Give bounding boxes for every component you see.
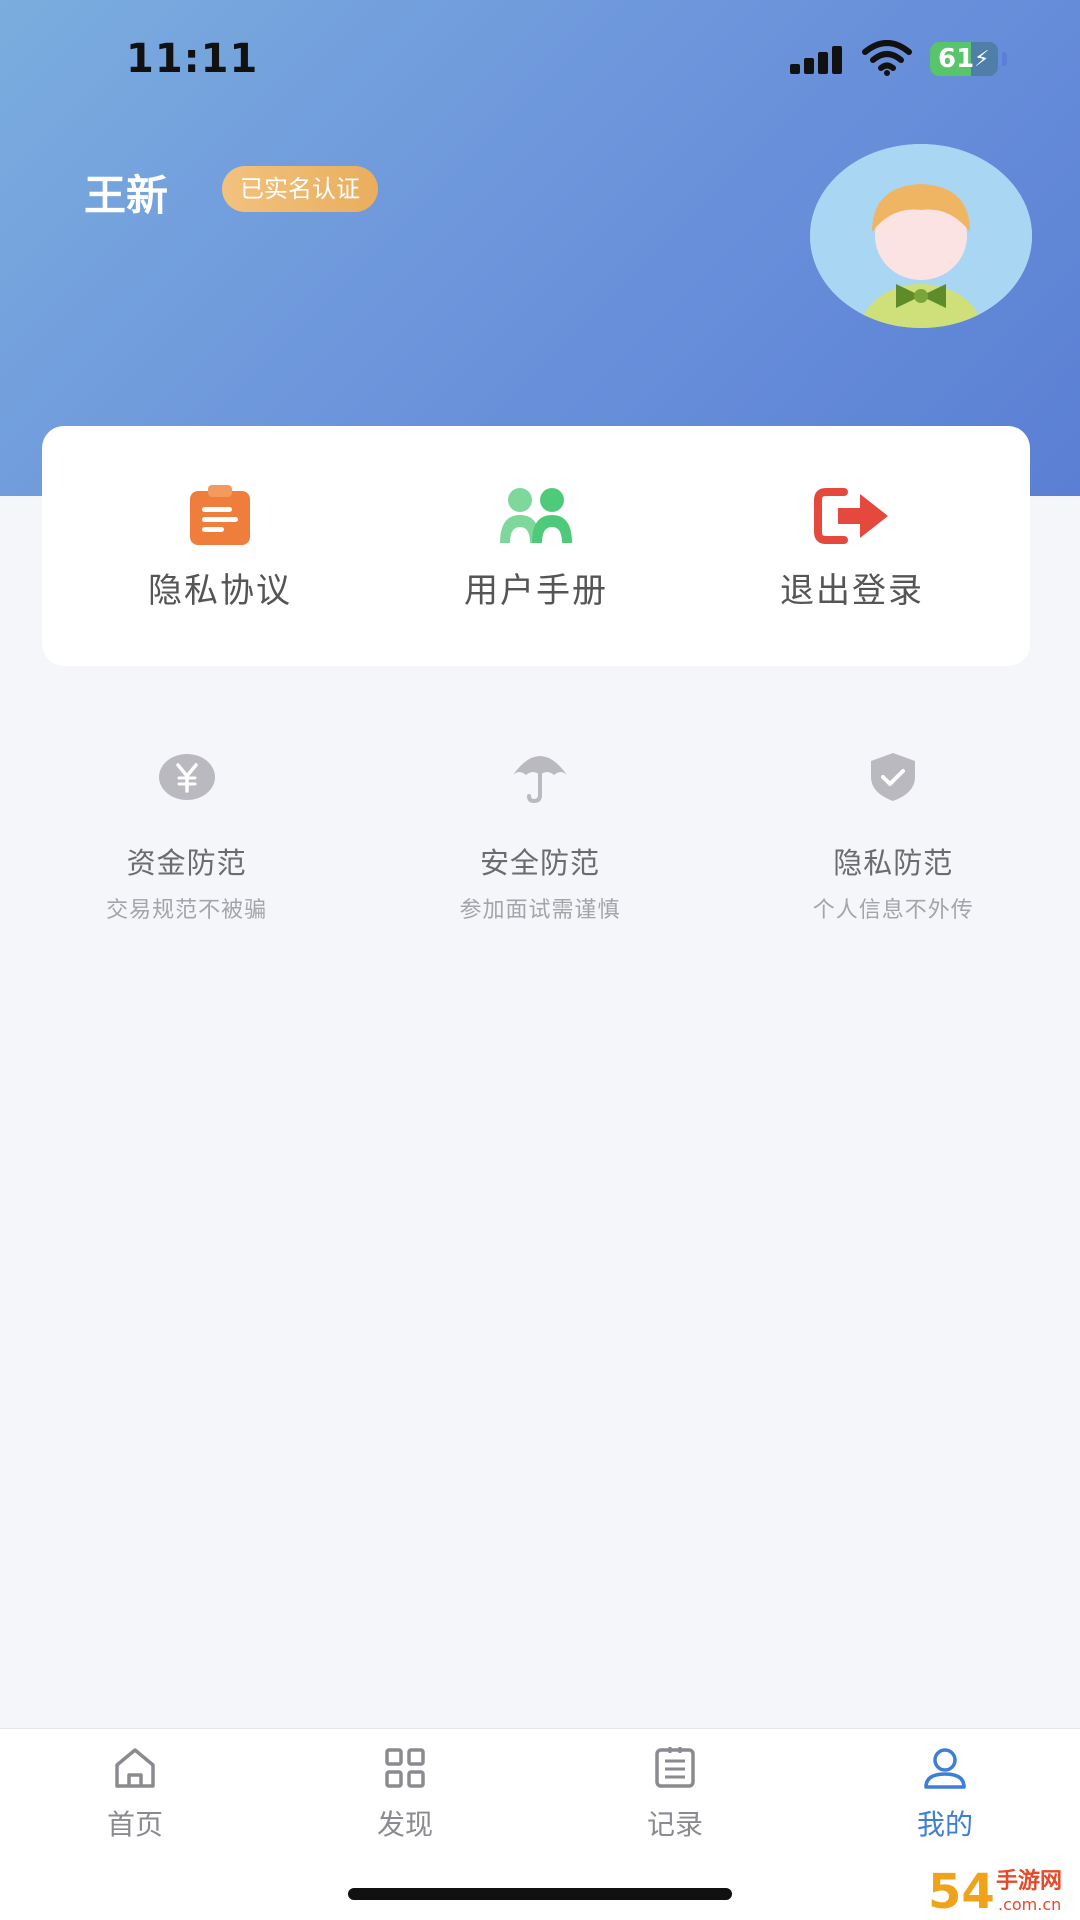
cartoon-avatar-icon bbox=[810, 144, 1032, 328]
tab-label: 我的 bbox=[916, 1808, 973, 1841]
home-indicator[interactable] bbox=[348, 1888, 732, 1900]
tip-privacy: 隐私防范 个人信息不外传 bbox=[723, 750, 1063, 924]
menu-card: 隐私协议 用户手册 退出登录 bbox=[42, 426, 1030, 666]
menu-label: 隐私协议 bbox=[148, 570, 292, 611]
umbrella-icon bbox=[510, 750, 570, 804]
logout-arrow-icon bbox=[812, 481, 892, 551]
status-time: 11:11 bbox=[126, 36, 259, 82]
tab-label: 发现 bbox=[376, 1808, 433, 1841]
menu-item-user-manual[interactable]: 用户手册 bbox=[386, 481, 686, 612]
watermark-logo: 54 手游网 .com.cn bbox=[928, 1864, 1062, 1918]
battery-level: 61 bbox=[938, 44, 975, 74]
charging-bolt-icon: ⚡ bbox=[974, 47, 990, 72]
tip-title: 资金防范 bbox=[126, 846, 247, 880]
yen-coin-icon bbox=[157, 750, 217, 804]
user-icon bbox=[924, 1748, 966, 1789]
tip-funds: 资金防范 交易规范不被骗 bbox=[17, 750, 357, 924]
tip-title: 安全防范 bbox=[479, 846, 600, 880]
avatar[interactable] bbox=[810, 144, 1032, 328]
battery-icon: 61 ⚡ bbox=[930, 42, 998, 76]
watermark-brand: 54 bbox=[928, 1864, 995, 1918]
tip-subtitle: 参加面试需谨慎 bbox=[459, 898, 621, 923]
menu-item-privacy-agreement[interactable]: 隐私协议 bbox=[70, 481, 370, 612]
cellular-signal-icon bbox=[790, 46, 844, 74]
list-document-icon bbox=[655, 1747, 695, 1788]
safety-tips: 资金防范 交易规范不被骗 安全防范 参加面试需谨慎 隐私防范 个人信息不外传 bbox=[0, 750, 1080, 924]
tip-safety: 安全防范 参加面试需谨慎 bbox=[370, 750, 710, 924]
clipboard-document-icon bbox=[180, 481, 260, 551]
watermark-text: 手游网 bbox=[996, 1868, 1062, 1894]
menu-label: 退出登录 bbox=[780, 570, 924, 611]
tip-subtitle: 交易规范不被骗 bbox=[106, 898, 268, 923]
tip-subtitle: 个人信息不外传 bbox=[812, 898, 974, 923]
tab-label: 首页 bbox=[106, 1808, 163, 1841]
watermark-domain: .com.cn bbox=[998, 1895, 1061, 1914]
menu-label: 用户手册 bbox=[464, 570, 608, 611]
wifi-icon bbox=[862, 40, 912, 76]
user-name: 王新 bbox=[84, 171, 169, 220]
grid-icon bbox=[385, 1748, 425, 1788]
menu-item-logout[interactable]: 退出登录 bbox=[702, 481, 1002, 612]
status-bar: 11:11 61 ⚡ bbox=[0, 0, 1080, 118]
battery-cap bbox=[1002, 52, 1007, 66]
tip-title: 隐私防范 bbox=[833, 846, 954, 880]
users-group-icon bbox=[496, 481, 576, 551]
tab-label: 记录 bbox=[646, 1808, 703, 1841]
verification-badge: 已实名认证 bbox=[222, 166, 378, 212]
tab-home[interactable]: 首页 bbox=[0, 1729, 270, 1920]
home-icon bbox=[115, 1748, 155, 1788]
shield-check-icon bbox=[863, 750, 923, 804]
